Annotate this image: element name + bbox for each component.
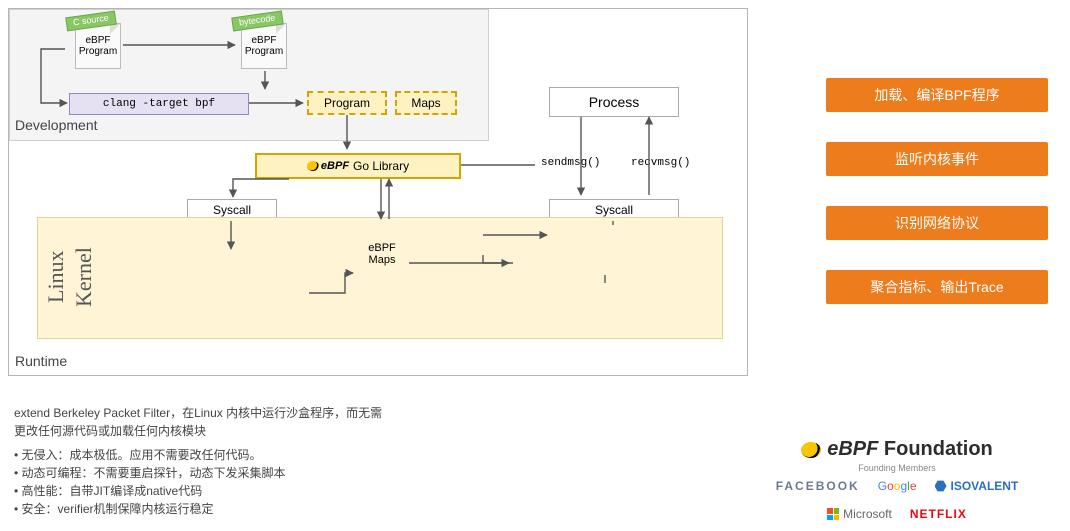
doc-bc-l2: Program [245,46,283,57]
label-linux: Linux [43,227,69,327]
box-program: Program [307,91,387,115]
box-process: Process [549,87,679,117]
ebpf-foundation-block: eBPF Foundation Founding Members FACEBOO… [742,438,1052,521]
logo-netflix: NETFLIX [910,507,967,521]
box-maps: Maps [395,91,457,115]
box-clang: clang -target bpf [69,93,249,115]
logo-google: Google [878,479,917,493]
pill-load-compile: 加载、编译BPF程序 [826,78,1048,112]
label-kernel: Kernel [71,227,97,327]
doc-src-l2: Program [79,46,117,57]
bee-icon [801,442,821,458]
founding-members: FACEBOOK Google ISOVALENT Microsoft NETF… [742,479,1052,521]
logo-facebook: FACEBOOK [776,479,860,493]
pill-aggregate-trace: 聚合指标、输出Trace [826,270,1048,304]
pill-identify-proto: 识别网络协议 [826,206,1048,240]
bullet-safe: 安全：verifier机制保障内核运行稳定 [14,500,514,518]
db-l1: eBPF [368,242,396,254]
bullet-perf: 高性能：自带JIT编译成native代码 [14,482,514,500]
logo-isovalent: ISOVALENT [935,479,1019,493]
label-development: Development [15,117,98,133]
label-runtime: Runtime [15,353,67,369]
label-sendmsg: sendmsg() [541,157,600,169]
kernel-zone [37,217,723,339]
ebpf-architecture-diagram: Development C source eBPF Program byteco… [8,8,748,376]
logo-microsoft: Microsoft [827,507,892,521]
bullet-noninvasive: 无侵入：成本极低。应用不需要改任何代码。 [14,446,514,464]
doc-bytecode: bytecode eBPF Program [241,23,287,69]
bullet-dynamic: 动态可编程：不需要重启探针，动态下发采集脚本 [14,464,514,482]
foundation-sub: Founding Members [742,463,1052,473]
db-l2: Maps [369,254,396,266]
foundation-title: eBPF Foundation [742,438,1052,461]
intro-line-1: extend Berkeley Packet Filter，在Linux 内核中… [14,404,514,422]
intro-line-2: 更改任何源代码或加载任何内核模块 [14,422,514,440]
footnote-block: extend Berkeley Packet Filter，在Linux 内核中… [14,404,514,518]
hex-icon [935,480,947,492]
label-recvmsg: recvmsg() [631,157,690,169]
doc-bc-l1: eBPF [251,35,276,46]
doc-src-l1: eBPF [85,35,110,46]
go-library-label: Go Library [353,159,409,173]
pill-listen-kernel: 监听内核事件 [826,142,1048,176]
box-go-library: eBPF Go Library [255,153,461,179]
doc-c-source: C source eBPF Program [75,23,121,69]
ebpf-logo-icon: eBPF [307,160,349,172]
